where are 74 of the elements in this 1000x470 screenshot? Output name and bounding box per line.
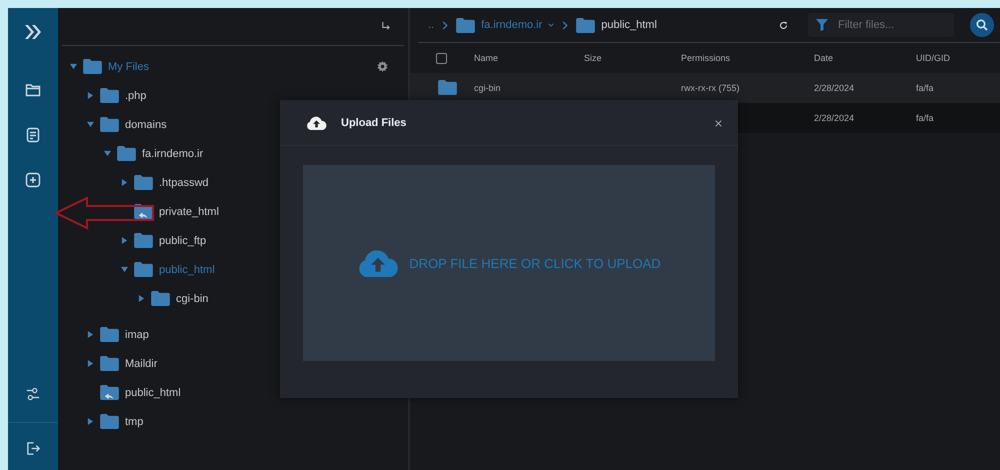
caret-icon[interactable]: [121, 179, 128, 186]
chevron-icon: [562, 20, 568, 30]
tree-item[interactable]: Maildir: [125, 358, 158, 370]
folder-icon: [117, 146, 136, 161]
breadcrumb-link[interactable]: ..: [428, 19, 434, 31]
shortcut-folder-icon: [100, 385, 119, 400]
settings-icon[interactable]: [377, 61, 388, 72]
refresh-icon[interactable]: [779, 20, 788, 30]
search-icon: [976, 19, 988, 31]
add-icon[interactable]: [25, 172, 41, 188]
tree-item[interactable]: public_html: [125, 386, 181, 398]
table-cell-text: fa/fa: [916, 113, 935, 123]
document-icon[interactable]: [25, 127, 41, 143]
tree-item[interactable]: public_ftp: [159, 234, 206, 246]
column-header[interactable]: UID/GID: [916, 53, 1000, 63]
caret-icon: [548, 23, 554, 27]
breadcrumb-link[interactable]: fa.irndemo.ir: [456, 18, 554, 32]
collapse-icon[interactable]: [381, 22, 390, 31]
folder-icon: [576, 18, 596, 32]
caret-icon[interactable]: [70, 63, 77, 70]
tree-item[interactable]: cgi-bin: [176, 292, 208, 304]
search-button[interactable]: [970, 13, 994, 37]
column-header[interactable]: Name: [474, 53, 584, 63]
logout-icon[interactable]: [26, 441, 40, 456]
table-cell-text: 2/28/2024: [814, 83, 856, 93]
filter-field[interactable]: Filter files...: [808, 13, 954, 37]
folder-icon: [134, 262, 153, 277]
caret-icon[interactable]: [87, 92, 94, 99]
tree-item[interactable]: fa.irndemo.ir: [142, 148, 204, 160]
upload-cloud-icon: [306, 116, 327, 130]
caret-icon[interactable]: [121, 237, 128, 244]
table-cell-text: 2/28/2024: [814, 113, 856, 123]
caret-icon[interactable]: [138, 295, 145, 302]
tree-item[interactable]: .htpasswd: [159, 176, 209, 188]
folder-icon: [456, 18, 476, 32]
caret-icon[interactable]: [87, 331, 94, 338]
caret-icon[interactable]: [104, 150, 111, 157]
logo-icon[interactable]: [23, 22, 43, 42]
folder-icon: [100, 356, 119, 371]
column-header[interactable]: Size: [584, 53, 681, 63]
tree-item[interactable]: .php: [125, 90, 146, 102]
folder-icon: [100, 88, 119, 103]
column-header[interactable]: Permissions: [681, 53, 814, 63]
table-cell: cgi-bin: [474, 83, 501, 93]
table-cell-text: fa/fa: [916, 83, 935, 93]
folder-icon: [100, 117, 119, 132]
breadcrumb-link[interactable]: public_html: [576, 18, 657, 32]
dialog-title: Upload Files: [341, 116, 406, 128]
tree-root-label[interactable]: My Files: [108, 60, 149, 72]
folder-icon: [151, 291, 170, 306]
column-header[interactable]: Date: [814, 53, 916, 63]
table-cell: rwx-rx-rx (755): [681, 83, 740, 93]
folder-icon: [83, 59, 102, 74]
caret-icon[interactable]: [87, 360, 94, 367]
folder-icon: [438, 80, 457, 94]
settings-icon[interactable]: [26, 386, 40, 402]
folder-icon: [134, 233, 153, 248]
caret-icon[interactable]: [87, 121, 94, 128]
file-row[interactable]: cgi-bin rwx-rx-rx (755) 2/28/2024 fa/fa: [410, 73, 1000, 103]
close-icon: [715, 120, 722, 127]
select-all-checkbox[interactable]: [436, 52, 447, 64]
tree-item[interactable]: public_html: [159, 264, 215, 276]
caret-icon[interactable]: [87, 418, 94, 425]
caret-icon[interactable]: [121, 266, 128, 273]
tree-item[interactable]: tmp: [125, 416, 144, 428]
chevron-icon: [442, 20, 448, 30]
tree-item[interactable]: domains: [125, 118, 167, 130]
folder-icon: [100, 327, 119, 342]
folder-icon: [100, 414, 119, 429]
folder-icon[interactable]: [25, 82, 41, 98]
tree-item[interactable]: imap: [125, 328, 149, 340]
folder-icon: [134, 175, 153, 190]
upload-cloud-icon: [357, 249, 400, 277]
tree-item[interactable]: private_html: [159, 206, 219, 218]
